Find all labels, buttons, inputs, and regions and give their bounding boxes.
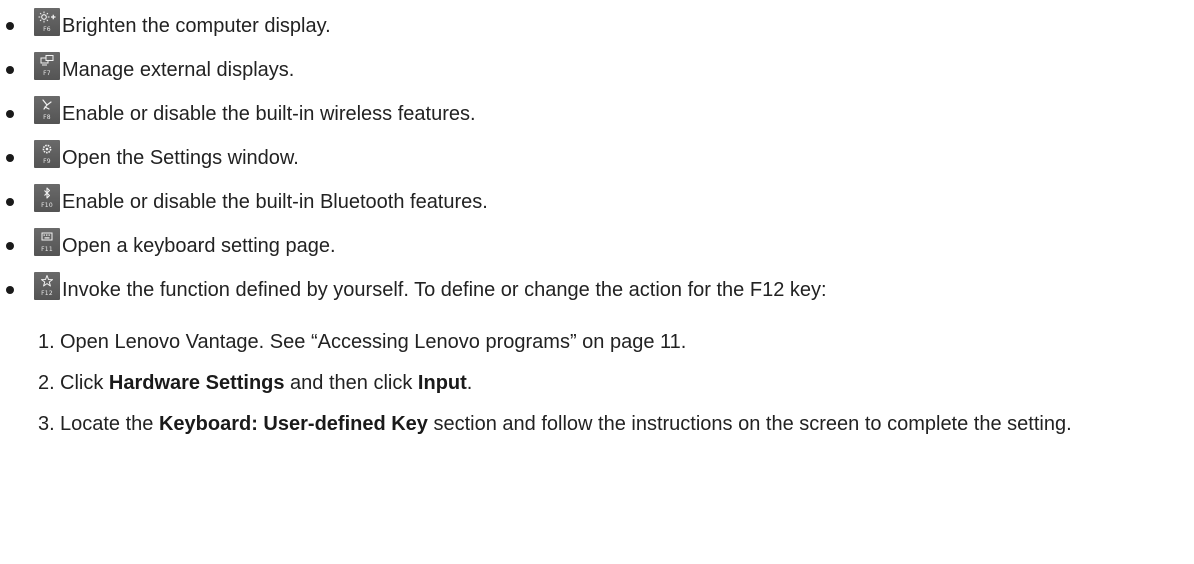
settings-gear-icon: F9 (34, 140, 60, 168)
key-label: F7 (43, 70, 51, 77)
key-label: F8 (43, 114, 51, 121)
bullet (6, 154, 14, 162)
key-label: F12 (41, 290, 53, 297)
bullet (6, 198, 14, 206)
item-description: Open a keyboard setting page. (62, 235, 336, 257)
input-term: Input (417, 372, 467, 394)
hardware-settings-term: Hardware Settings (108, 372, 285, 394)
key-label: F10 (41, 202, 53, 209)
step-number: 1. (38, 331, 55, 353)
step-number: 3. (38, 413, 55, 435)
step-text-part: . (466, 372, 473, 394)
bluetooth-icon: F10 (34, 184, 60, 212)
step-text-part: and then click (284, 372, 418, 394)
step-text: Click Hardware Settings and then click I… (60, 370, 1180, 397)
item-description: Brighten the computer display. (62, 15, 331, 37)
step-text: Open Lenovo Vantage. See “Accessing Leno… (60, 329, 1180, 356)
keyboard-user-defined-key-term: Keyboard: User-defined Key (158, 413, 428, 435)
key-label: F11 (41, 246, 53, 253)
external-display-icon: F7 (34, 52, 60, 80)
airplane-mode-icon: F8 (34, 96, 60, 124)
item-description: Enable or disable the built-in wireless … (62, 103, 476, 125)
item-description: Manage external displays. (62, 59, 295, 81)
bullet (6, 110, 14, 118)
step-text-part: section and follow the instructions on t… (427, 413, 1072, 435)
step-number: 2. (38, 372, 55, 394)
bullet (6, 66, 14, 74)
step-text: Locate the Keyboard: User-defined Key se… (60, 411, 1180, 438)
item-description: Invoke the function defined by yourself.… (62, 279, 827, 301)
step-text-part: Locate the (60, 413, 159, 435)
keyboard-icon: F11 (34, 228, 60, 256)
list-item-f6: F6 Brighten the computer display. (0, 0, 1194, 40)
list-item-f10: F10 Enable or disable the built-in Bluet… (0, 176, 1194, 216)
list-item-f12: F12 Invoke the function defined by yours… (0, 264, 1194, 304)
list-item-f11: F11 Open a keyboard setting page. (0, 220, 1194, 260)
bullet (6, 22, 14, 30)
key-label: F6 (43, 26, 51, 33)
bullet (6, 242, 14, 250)
list-item-f7: F7 Manage external displays. (0, 44, 1194, 84)
list-item-f9: F9 Open the Settings window. (0, 132, 1194, 172)
bullet (6, 286, 14, 294)
step-text-part: Click (60, 372, 109, 394)
key-label: F9 (43, 158, 51, 165)
list-item-f8: F8 Enable or disable the built-in wirele… (0, 88, 1194, 128)
item-description: Open the Settings window. (62, 147, 299, 169)
star-icon: F12 (34, 272, 60, 300)
item-description: Enable or disable the built-in Bluetooth… (62, 191, 488, 213)
step-text-part: Open Lenovo Vantage. See “Accessing Leno… (60, 331, 687, 353)
brightness-up-icon: F6 (34, 8, 60, 36)
